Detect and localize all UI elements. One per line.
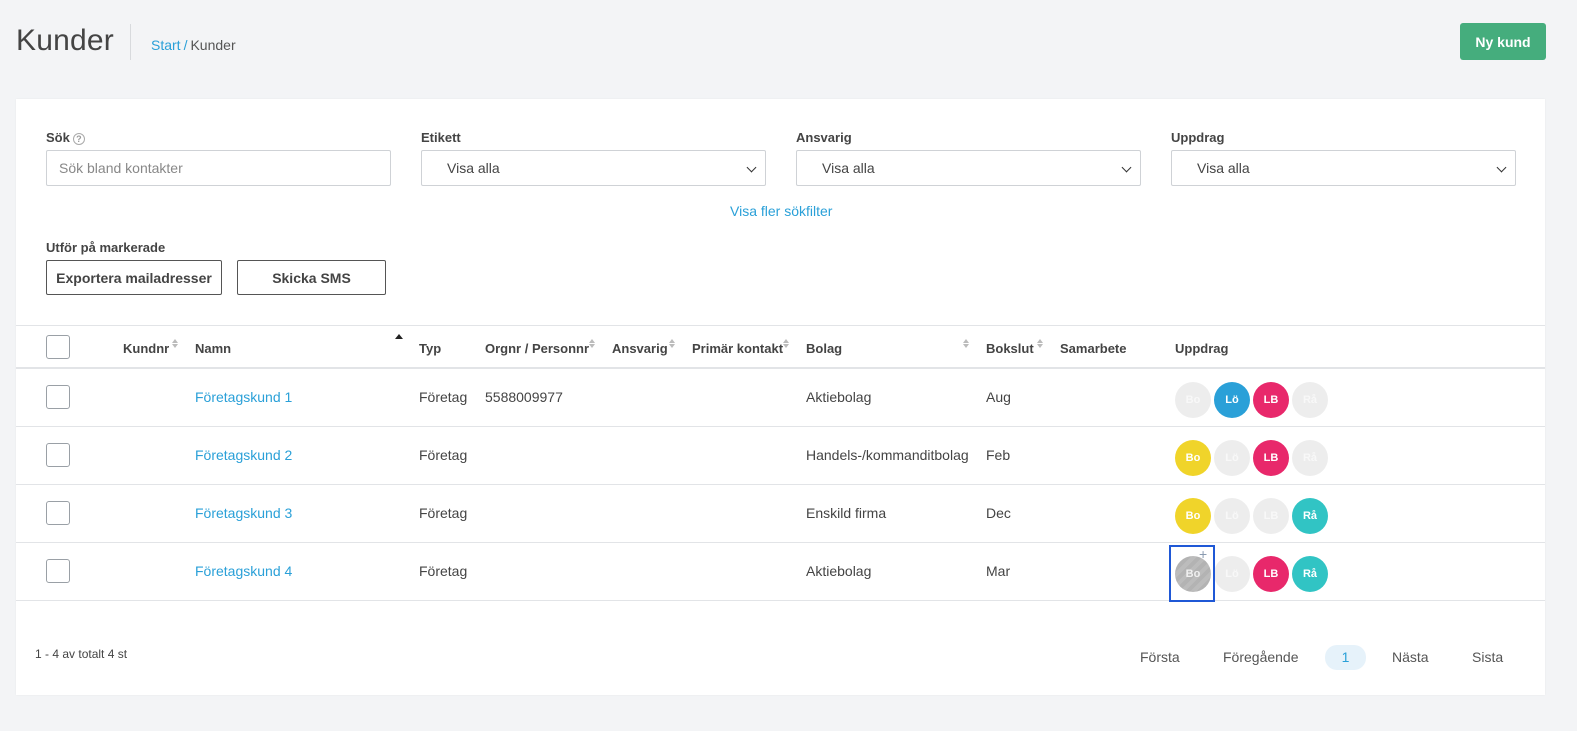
column-header-ansvarig[interactable]: Ansvarig bbox=[612, 341, 668, 356]
cell-orgnr: 5588009977 bbox=[485, 389, 563, 405]
cell-bolag: Aktiebolag bbox=[806, 563, 872, 579]
uppdrag-select[interactable]: Visa alla bbox=[1171, 150, 1516, 186]
cell-typ: Företag bbox=[419, 389, 468, 405]
breadcrumb-separator: / bbox=[183, 37, 188, 53]
sort-ascending-icon[interactable] bbox=[395, 334, 403, 339]
sort-arrows-icon[interactable] bbox=[171, 336, 179, 350]
sort-arrows-icon[interactable] bbox=[782, 336, 790, 350]
uppdrag-badge-lb[interactable]: LB bbox=[1253, 440, 1289, 476]
etikett-label: Etikett bbox=[421, 130, 461, 145]
column-header-namn[interactable]: Namn bbox=[195, 341, 231, 356]
breadcrumb-start-link[interactable]: Start bbox=[151, 37, 181, 53]
breadcrumb-current: Kunder bbox=[190, 37, 236, 53]
customer-name-link[interactable]: Företagskund 2 bbox=[195, 447, 292, 463]
cell-typ: Företag bbox=[419, 505, 468, 521]
chevron-down-icon bbox=[1496, 162, 1507, 173]
column-header-kundnr[interactable]: Kundnr bbox=[123, 341, 169, 356]
uppdrag-badge-lb[interactable]: LB bbox=[1253, 556, 1289, 592]
uppdrag-label: Uppdrag bbox=[1171, 130, 1225, 145]
chevron-down-icon bbox=[1121, 162, 1132, 173]
customers-card: Sök? Etikett Visa alla Ansvarig Visa all… bbox=[16, 99, 1545, 695]
page-title: Kunder bbox=[16, 24, 114, 57]
cell-bolag: Aktiebolag bbox=[806, 389, 872, 405]
uppdrag-badge-bo[interactable]: Bo bbox=[1175, 498, 1211, 534]
etikett-select-value: Visa alla bbox=[447, 160, 500, 176]
export-emails-button[interactable]: Exportera mailadresser bbox=[46, 260, 222, 295]
pagination-last[interactable]: Sista bbox=[1472, 649, 1503, 665]
pagination-next[interactable]: Nästa bbox=[1392, 649, 1429, 665]
result-count: 1 - 4 av totalt 4 st bbox=[35, 647, 128, 661]
column-header-uppdrag: Uppdrag bbox=[1175, 341, 1229, 356]
cell-bokslut: Feb bbox=[986, 447, 1011, 463]
table-row: Företagskund 4 Företag Aktiebolag Mar Bo… bbox=[16, 543, 1545, 602]
uppdrag-badge-ra[interactable]: Rå bbox=[1292, 498, 1328, 534]
row-checkbox[interactable] bbox=[46, 559, 70, 583]
crosshair-plus-icon: + bbox=[1199, 546, 1208, 562]
breadcrumb: Start / Kunder bbox=[151, 37, 236, 53]
uppdrag-badge-lo[interactable]: Lö bbox=[1214, 556, 1250, 592]
header-divider bbox=[130, 24, 131, 60]
sort-arrows-icon[interactable] bbox=[1036, 336, 1044, 350]
bulk-actions-label: Utför på markerade bbox=[46, 240, 166, 255]
pagination-previous[interactable]: Föregående bbox=[1223, 649, 1299, 665]
cell-bolag: Handels-/kommanditbolag bbox=[806, 447, 969, 463]
cell-bolag: Enskild firma bbox=[806, 505, 887, 521]
column-header-samarbete: Samarbete bbox=[1060, 341, 1127, 356]
cell-bokslut: Aug bbox=[986, 389, 1011, 405]
cell-typ: Företag bbox=[419, 563, 468, 579]
column-header-orgnr[interactable]: Orgnr / Personnr bbox=[485, 341, 589, 356]
uppdrag-badge-lb[interactable]: LB bbox=[1253, 382, 1289, 418]
search-label: Sök? bbox=[46, 130, 85, 145]
table-header: Kundnr Namn Typ Orgnr / Personnr Ansvari… bbox=[16, 325, 1545, 369]
uppdrag-badge-lo[interactable]: Lö bbox=[1214, 382, 1250, 418]
chevron-down-icon bbox=[746, 162, 757, 173]
uppdrag-badge-lo[interactable]: Lö bbox=[1214, 498, 1250, 534]
row-checkbox[interactable] bbox=[46, 385, 70, 409]
table-row: Företagskund 1 Företag 5588009977 Aktieb… bbox=[16, 369, 1545, 427]
column-header-bokslut[interactable]: Bokslut bbox=[986, 341, 1034, 356]
sort-arrows-icon[interactable] bbox=[962, 336, 970, 350]
uppdrag-badge-lb[interactable]: LB bbox=[1253, 498, 1289, 534]
row-checkbox[interactable] bbox=[46, 501, 70, 525]
uppdrag-badge-ra[interactable]: Rå bbox=[1292, 440, 1328, 476]
uppdrag-badge-bo[interactable]: Bo bbox=[1175, 382, 1211, 418]
table-row: Företagskund 3 Företag Enskild firma Dec… bbox=[16, 485, 1545, 543]
send-sms-button[interactable]: Skicka SMS bbox=[237, 260, 386, 295]
sort-arrows-icon[interactable] bbox=[668, 336, 676, 350]
table-row: Företagskund 2 Företag Handels-/kommandi… bbox=[16, 427, 1545, 485]
etikett-select[interactable]: Visa alla bbox=[421, 150, 766, 186]
new-customer-button[interactable]: Ny kund bbox=[1460, 23, 1546, 60]
row-checkbox[interactable] bbox=[46, 443, 70, 467]
question-circle-icon[interactable]: ? bbox=[72, 133, 85, 145]
column-header-typ: Typ bbox=[419, 341, 442, 356]
cell-typ: Företag bbox=[419, 447, 468, 463]
customer-name-link[interactable]: Företagskund 4 bbox=[195, 563, 292, 579]
uppdrag-badge-ra[interactable]: Rå bbox=[1292, 382, 1328, 418]
uppdrag-select-value: Visa alla bbox=[1197, 160, 1250, 176]
select-all-checkbox[interactable] bbox=[46, 335, 70, 359]
more-filters-link[interactable]: Visa fler sökfilter bbox=[730, 203, 832, 219]
column-header-bolag[interactable]: Bolag bbox=[806, 341, 842, 356]
pagination-current-page[interactable]: 1 bbox=[1325, 645, 1366, 670]
customer-name-link[interactable]: Företagskund 3 bbox=[195, 505, 292, 521]
ansvarig-label: Ansvarig bbox=[796, 130, 852, 145]
page-header: Kunder Start / Kunder Ny kund bbox=[0, 0, 1577, 90]
search-label-text: Sök bbox=[46, 130, 70, 145]
column-header-primar-kontakt[interactable]: Primär kontakt bbox=[692, 341, 783, 356]
uppdrag-badge-bo[interactable]: Bo bbox=[1175, 440, 1211, 476]
ansvarig-select-value: Visa alla bbox=[822, 160, 875, 176]
pagination-first[interactable]: Första bbox=[1140, 649, 1180, 665]
sort-arrows-icon[interactable] bbox=[588, 336, 596, 350]
uppdrag-badge-ra[interactable]: Rå bbox=[1292, 556, 1328, 592]
ansvarig-select[interactable]: Visa alla bbox=[796, 150, 1141, 186]
cell-bokslut: Dec bbox=[986, 505, 1011, 521]
cell-bokslut: Mar bbox=[986, 563, 1011, 579]
search-input[interactable] bbox=[46, 150, 391, 186]
uppdrag-badge-lo[interactable]: Lö bbox=[1214, 440, 1250, 476]
customer-name-link[interactable]: Företagskund 1 bbox=[195, 389, 292, 405]
